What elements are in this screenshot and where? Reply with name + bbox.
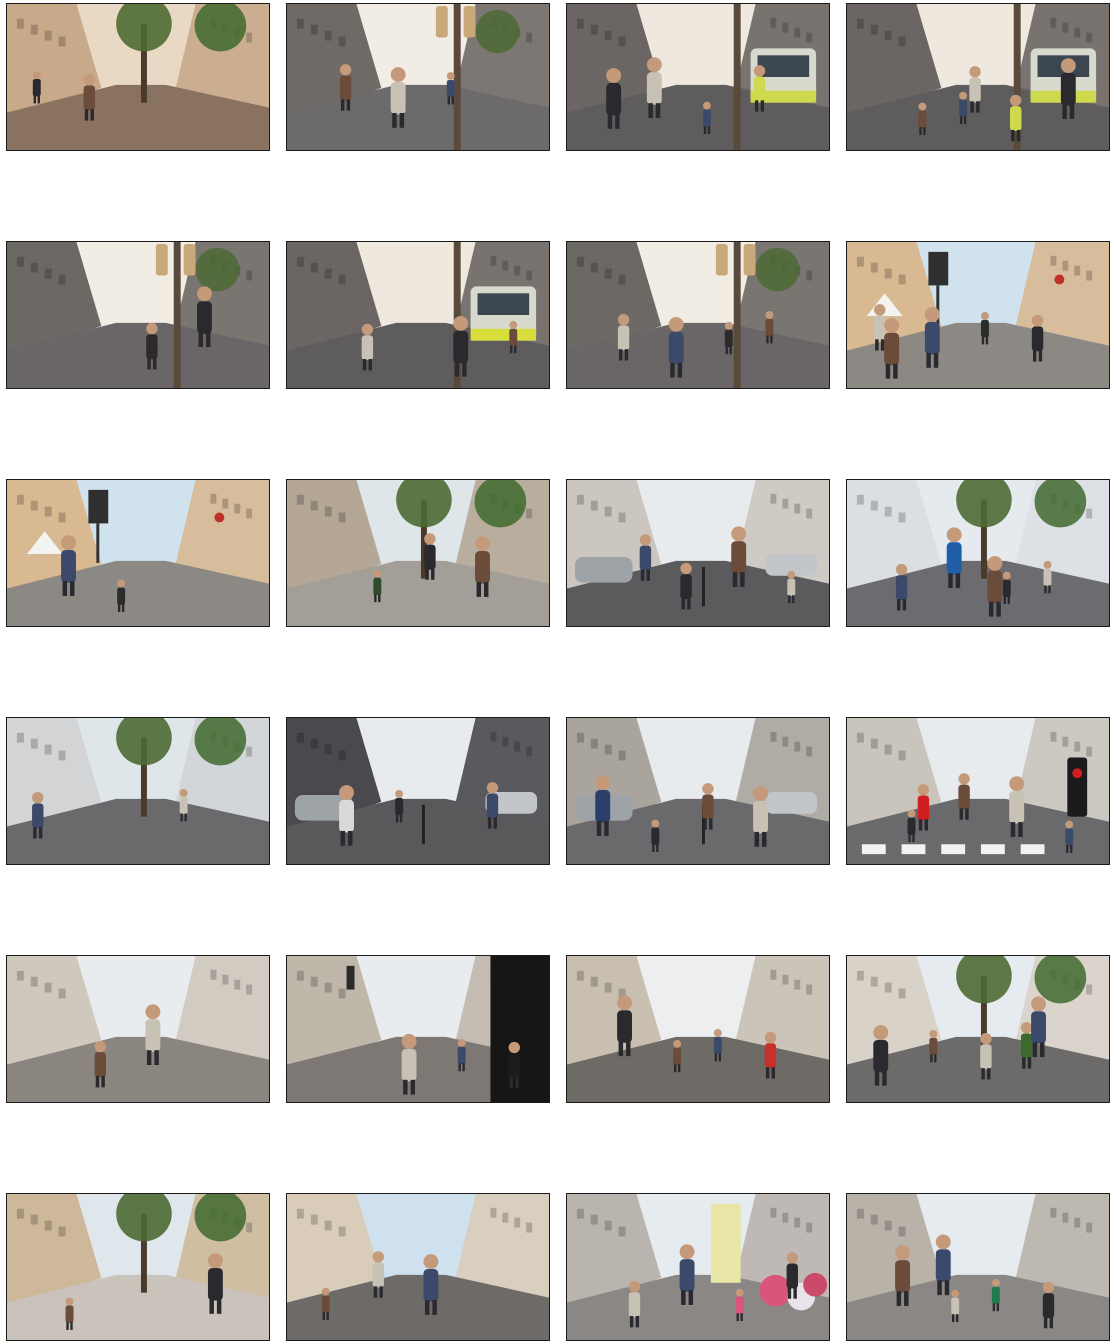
- video-frame-street-crowd-tram: [286, 241, 550, 389]
- crosswalk-stripe: [980, 844, 1005, 855]
- signal-pole: [453, 4, 461, 150]
- video-frame-square-crowd: [6, 479, 270, 627]
- video-frame-corner-crossing: [846, 479, 1110, 627]
- video-frame-street-tram-arriving: [566, 3, 830, 151]
- shop-sign: [490, 956, 549, 1102]
- video-frame-street-hedge: [6, 717, 270, 865]
- video-frame-narrow-street: [286, 1193, 550, 1341]
- video-frame-shop-window-road: [286, 717, 550, 865]
- video-frame-crosswalk-signal: [846, 717, 1110, 865]
- video-frame-side-street-parked: [566, 479, 830, 627]
- video-frame-street-pole: [6, 241, 270, 389]
- signal-pole: [733, 242, 741, 388]
- traffic-light: [1067, 757, 1088, 817]
- signal-pole: [173, 242, 181, 388]
- video-frame-sidewalk-railing: [286, 479, 550, 627]
- video-frame-plaza-cyclist: [6, 1193, 270, 1341]
- video-frame-sidewalk-walker: [566, 717, 830, 865]
- video-frame-street-tram-woman: [846, 3, 1110, 151]
- video-frame-shop-corner: [846, 1193, 1110, 1341]
- crosswalk-stripe: [1020, 844, 1045, 855]
- video-frame-street-crowd: [566, 241, 830, 389]
- frame-grid: [0, 0, 1114, 1344]
- crosswalk-stripe: [941, 844, 966, 855]
- car: [574, 556, 633, 583]
- flowers: [759, 1274, 792, 1307]
- video-frame-avenue-trees: [846, 955, 1110, 1103]
- video-frame-shop-sign-boy: [286, 955, 550, 1103]
- video-frame-plaza-bench: [6, 3, 270, 151]
- video-frame-street-tram-stop: [286, 3, 550, 151]
- video-frame-flower-shop: [566, 1193, 830, 1341]
- video-frame-street-red-shirt: [566, 955, 830, 1103]
- video-frame-tram-track-walkers: [6, 955, 270, 1103]
- video-frame-square-buildings: [846, 241, 1110, 389]
- crosswalk-stripe: [861, 844, 886, 855]
- crosswalk-stripe: [901, 844, 926, 855]
